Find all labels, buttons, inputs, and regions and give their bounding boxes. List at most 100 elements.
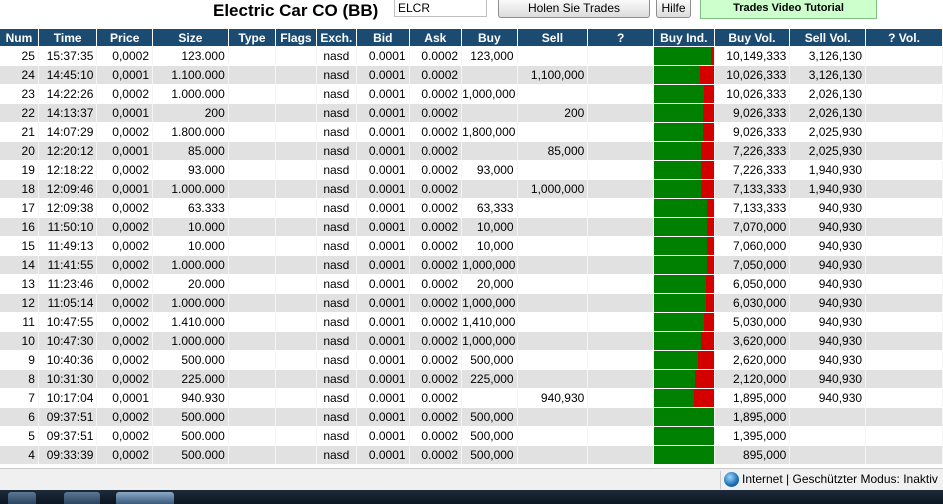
cell-exch: nasd <box>316 255 358 275</box>
table-row: 21 14:07:29 0,0002 1.800.000 nasd 0.0001 0.000… <box>0 122 943 142</box>
column-header[interactable]: Type <box>228 29 277 47</box>
cell-buy_vol: 7,133,333 <box>714 179 791 199</box>
cell-q_vol <box>865 426 943 446</box>
cell-flags <box>275 274 317 294</box>
cell-sell_vol: 940,930 <box>789 217 867 237</box>
cell-sell: 200 <box>517 103 589 123</box>
cell-buy: 1,000,000 <box>461 84 518 104</box>
table-row: 13 11:23:46 0,0002 20.000 nasd 0.0001 0.0002 20… <box>0 274 943 294</box>
sell-pressure-bar <box>700 180 714 198</box>
cell-num: 9 <box>0 350 39 370</box>
cell-buy_vol: 1,395,000 <box>714 426 791 446</box>
column-header[interactable]: ? <box>587 29 654 47</box>
cell-q_vol <box>865 46 943 66</box>
cell-buy_vol: 10,026,333 <box>714 84 791 104</box>
taskbar-button[interactable] <box>8 492 36 504</box>
cell-sell_vol: 3,126,130 <box>789 46 867 66</box>
cell-q_vol <box>865 388 943 408</box>
cell-time: 14:22:26 <box>38 84 98 104</box>
cell-flags <box>275 141 317 161</box>
cell-exch: nasd <box>316 369 358 389</box>
cell-sell_vol: 2,025,930 <box>789 141 867 161</box>
column-header[interactable]: Bid <box>356 29 410 47</box>
cell-time: 10:47:30 <box>38 331 98 351</box>
cell-num: 10 <box>0 331 39 351</box>
cell-buy_vol: 6,030,000 <box>714 293 791 313</box>
cell-buy: 123,000 <box>461 46 518 66</box>
cell-buy_vol: 7,133,333 <box>714 198 791 218</box>
sell-pressure-bar <box>705 294 714 312</box>
column-header[interactable]: Flags <box>275 29 317 47</box>
cell-exch: nasd <box>316 426 358 446</box>
column-header[interactable]: Sell Vol. <box>789 29 867 47</box>
cell-size: 500.000 <box>152 407 229 427</box>
help-button[interactable]: Hilfe <box>656 0 691 18</box>
buy-indicator-cell <box>653 312 715 332</box>
column-header[interactable]: Num <box>0 29 39 47</box>
column-header[interactable]: Time <box>38 29 98 47</box>
cell-price: 0,0002 <box>96 350 153 370</box>
cell-buy: 500,000 <box>461 445 518 465</box>
column-header[interactable]: Buy Vol. <box>714 29 791 47</box>
cell-sell: 1,100,000 <box>517 65 589 85</box>
cell-type <box>228 369 277 389</box>
cell-time: 10:40:36 <box>38 350 98 370</box>
sell-pressure-bar <box>697 351 714 369</box>
cell-buy <box>461 65 518 85</box>
sell-pressure-bar <box>703 85 714 103</box>
cell-flags <box>275 198 317 218</box>
cell-time: 11:23:46 <box>38 274 98 294</box>
cell-q_vol <box>865 160 943 180</box>
cell-sell <box>517 407 589 427</box>
get-trades-button[interactable]: Holen Sie Trades <box>498 0 650 18</box>
cell-buy_vol: 7,050,000 <box>714 255 791 275</box>
column-header[interactable]: Buy <box>461 29 518 47</box>
cell-exch: nasd <box>316 141 358 161</box>
cell-bid: 0.0001 <box>356 236 410 256</box>
cell-ask: 0.0002 <box>409 369 463 389</box>
cell-q_vol <box>865 122 943 142</box>
cell-bid: 0.0001 <box>356 103 410 123</box>
cell-q_vol <box>865 407 943 427</box>
buy-indicator-cell <box>653 103 715 123</box>
cell-buy: 93,000 <box>461 160 518 180</box>
cell-bid: 0.0001 <box>356 179 410 199</box>
cell-type <box>228 426 277 446</box>
cell-size: 1.000.000 <box>152 255 229 275</box>
cell-buy: 10,000 <box>461 217 518 237</box>
cell-buy: 10,000 <box>461 236 518 256</box>
cell-sell_vol: 940,930 <box>789 255 867 275</box>
table-body: 25 15:37:35 0,0002 123.000 nasd 0.0001 0.0002 1… <box>0 46 943 465</box>
sell-pressure-bar <box>693 389 714 407</box>
column-header[interactable]: Exch. <box>316 29 358 47</box>
cell-size: 123.000 <box>152 46 229 66</box>
cell-exch: nasd <box>316 103 358 123</box>
table-row: 22 14:13:37 0,0001 200 nasd 0.0001 0.0002 200 9,… <box>0 103 943 123</box>
cell-time: 11:49:13 <box>38 236 98 256</box>
taskbar-button-active[interactable] <box>116 492 174 504</box>
column-header[interactable]: Sell <box>517 29 589 47</box>
taskbar-button[interactable] <box>64 492 100 504</box>
column-header[interactable]: ? Vol. <box>865 29 943 47</box>
symbol-input[interactable] <box>394 0 487 17</box>
cell-ask: 0.0002 <box>409 426 463 446</box>
cell-size: 63.333 <box>152 198 229 218</box>
cell-q_vol <box>865 293 943 313</box>
column-header[interactable]: Size <box>152 29 229 47</box>
cell-flags <box>275 350 317 370</box>
cell-q_vol <box>865 274 943 294</box>
cell-sell <box>517 445 589 465</box>
cell-q <box>587 255 654 275</box>
cell-time: 10:31:30 <box>38 369 98 389</box>
cell-buy_vol: 3,620,000 <box>714 331 791 351</box>
cell-bid: 0.0001 <box>356 369 410 389</box>
column-header[interactable]: Buy Ind. <box>653 29 715 47</box>
column-header[interactable]: Price <box>96 29 153 47</box>
cell-ask: 0.0002 <box>409 331 463 351</box>
column-header[interactable]: Ask <box>409 29 463 47</box>
cell-sell_vol: 940,930 <box>789 236 867 256</box>
trades-video-tutorial-button[interactable]: Trades Video Tutorial <box>700 0 877 19</box>
cell-time: 12:20:12 <box>38 141 98 161</box>
cell-time: 11:50:10 <box>38 217 98 237</box>
cell-sell_vol: 2,026,130 <box>789 84 867 104</box>
